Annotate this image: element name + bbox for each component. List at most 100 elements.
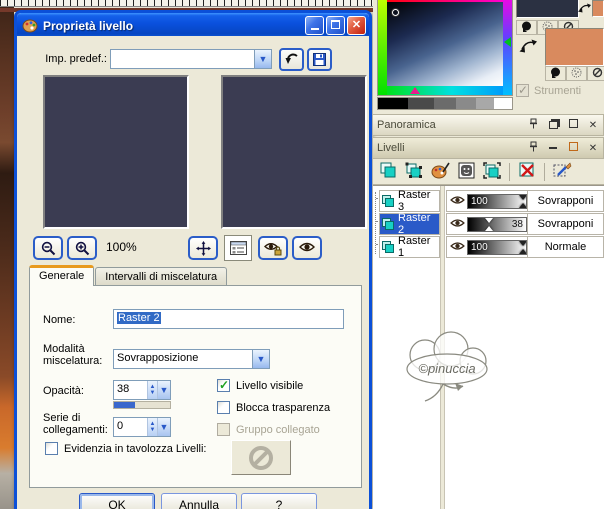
close-icon[interactable]: ✕ [587, 120, 599, 131]
eye-icon [299, 242, 315, 252]
cancel-button[interactable]: Annulla [161, 493, 237, 509]
new-vector-layer-button[interactable] [403, 162, 425, 182]
slider-chevron-icon[interactable]: ▼ [157, 418, 170, 436]
show-settings-toggle[interactable] [224, 235, 252, 261]
spinner-arrows-icon[interactable]: ▲ ▼ [147, 418, 157, 436]
saturation-value-square[interactable] [387, 2, 503, 86]
overview-panel-header[interactable]: Panoramica ✕ [373, 114, 604, 136]
raster-layer-icon [382, 240, 395, 254]
hue-frame-right[interactable] [503, 0, 512, 95]
hue-marker-right-icon[interactable] [504, 37, 511, 47]
lock-transparency-checkbox[interactable] [217, 401, 230, 414]
new-raster-layer-button[interactable] [377, 162, 399, 182]
gray-swatch[interactable] [434, 98, 456, 109]
minimize-button[interactable] [305, 16, 324, 35]
ok-button[interactable]: OK [79, 493, 155, 509]
pan-button[interactable] [188, 236, 218, 260]
zoom-in-button[interactable] [67, 236, 97, 260]
fg-solid-color-button[interactable] [516, 20, 537, 35]
background-swatch[interactable] [545, 28, 604, 66]
visibility-eye-icon[interactable] [447, 241, 467, 254]
opacity-mini-slider[interactable] [113, 401, 171, 409]
layer-visible-checkbox[interactable] [217, 378, 230, 392]
layer-blend-mode[interactable]: Sovrapponi [527, 191, 603, 211]
gray-swatch[interactable] [456, 98, 476, 109]
layers-list: Raster 3 Raster 2 Raster 1 100 Sovrappon… [373, 185, 604, 509]
layer-row-name[interactable]: Raster 1 [379, 235, 440, 259]
tab-generale[interactable]: Generale [29, 265, 95, 286]
hue-marker-bottom-icon[interactable] [410, 87, 420, 94]
layer-blend-mode[interactable]: Normale [527, 237, 603, 257]
tools-label: Strumenti [534, 84, 582, 97]
color-marker-icon[interactable] [392, 9, 399, 16]
opacity-spinner[interactable]: 38 ▲ ▼ ▼ [113, 380, 171, 400]
hue-frame-bottom[interactable] [378, 86, 512, 95]
layer-opacity-slider[interactable]: 100 [467, 239, 527, 255]
gray-swatch[interactable] [476, 98, 494, 109]
gray-swatch[interactable] [408, 98, 434, 109]
background-style-buttons [545, 66, 604, 81]
layer-opacity-slider[interactable]: 38 [467, 216, 527, 232]
dialog-titlebar[interactable]: Proprietà livello ✕ [17, 13, 369, 36]
bg-transparent-button[interactable] [587, 66, 604, 81]
opacity-thumb[interactable] [519, 195, 526, 208]
spinner-arrows-icon[interactable]: ▲ ▼ [147, 381, 157, 399]
tab-intervalli[interactable]: Intervalli di miscelatura [95, 267, 228, 286]
chevron-down-icon[interactable]: ▼ [254, 50, 271, 68]
chevron-down-icon[interactable]: ▼ [252, 350, 269, 368]
bg-pattern-button[interactable] [566, 66, 587, 81]
pin-icon[interactable] [527, 118, 539, 132]
new-group-layer-button[interactable] [481, 161, 503, 182]
layers-panel-header[interactable]: Livelli ✕ [373, 137, 604, 159]
floppy-disk-icon [313, 53, 326, 66]
foreground-swatch[interactable] [516, 0, 579, 18]
corner-swatch[interactable] [592, 0, 604, 17]
visibility-eye-icon[interactable] [447, 218, 467, 231]
layer-row-name[interactable]: Raster 3 [379, 189, 440, 213]
link-set-label: Serie di collegamenti: [43, 412, 108, 436]
visibility-eye-icon[interactable] [447, 195, 467, 208]
proof-button[interactable] [292, 236, 322, 260]
pan-arrows-icon [195, 241, 211, 256]
zoom-out-button[interactable] [33, 236, 63, 260]
swap-colors-icon[interactable] [518, 36, 538, 57]
gray-swatch[interactable] [494, 98, 512, 109]
auto-proof-button[interactable] [258, 236, 288, 260]
color-picker[interactable] [377, 0, 513, 96]
swap-colors-small-icon[interactable] [577, 1, 592, 17]
solid-color-icon [522, 21, 531, 32]
layer-blend-mode[interactable]: Sovrapponi [527, 214, 603, 234]
highlight-in-palette-checkbox[interactable] [45, 442, 58, 455]
edit-selection-button[interactable] [551, 161, 573, 182]
maximize-icon[interactable] [567, 142, 579, 154]
reset-preset-button[interactable] [279, 48, 304, 71]
dialog-title: Proprietà livello [43, 18, 134, 33]
opacity-thumb[interactable] [485, 218, 494, 231]
name-input[interactable]: Raster 2 [113, 309, 344, 329]
blend-mode-combobox[interactable]: Sovrapposizione ▼ [113, 349, 270, 369]
layer-row-name[interactable]: Raster 2 [379, 212, 440, 236]
pin-icon[interactable] [527, 141, 539, 155]
bg-solid-color-button[interactable] [545, 66, 566, 81]
gray-swatch[interactable] [378, 98, 408, 109]
opacity-slider-fill [114, 402, 136, 408]
hue-frame-left[interactable] [378, 0, 387, 95]
link-set-value: 0 [117, 420, 124, 432]
preset-combobox[interactable]: ▼ [110, 49, 272, 69]
maximize-button[interactable] [326, 16, 345, 35]
layer-opacity-slider[interactable]: 100 [467, 193, 527, 209]
link-set-spinner[interactable]: 0 ▲ ▼ ▼ [113, 417, 171, 437]
slider-chevron-icon[interactable]: ▼ [157, 381, 170, 399]
close-button[interactable]: ✕ [347, 16, 366, 35]
save-preset-button[interactable] [307, 48, 332, 71]
opacity-thumb[interactable] [519, 241, 526, 254]
help-button[interactable]: ? [241, 493, 317, 509]
new-art-media-layer-button[interactable] [429, 162, 451, 182]
grayscale-swatch-strip[interactable] [377, 97, 513, 110]
float-icon[interactable] [547, 119, 559, 132]
maximize-icon[interactable] [567, 119, 579, 131]
new-mask-layer-button[interactable] [455, 162, 477, 182]
close-icon[interactable]: ✕ [587, 143, 599, 154]
minimize-icon[interactable] [547, 143, 559, 154]
delete-layer-button[interactable] [516, 162, 538, 182]
